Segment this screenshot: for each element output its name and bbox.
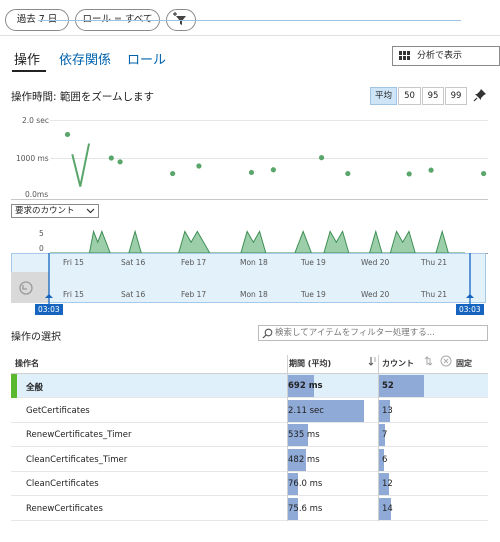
- operation-count: 52: [382, 381, 394, 391]
- table-row[interactable]: GetCertificates 2.11 sec 13: [11, 399, 488, 423]
- x-axis-label: Tue 19: [301, 258, 326, 267]
- header-count[interactable]: カウント: [382, 358, 414, 369]
- x-axis-label: Fri 15: [63, 258, 84, 267]
- pin-column-icon: [440, 355, 452, 367]
- search-placeholder: 検索してアイテムをフィルター処理する...: [275, 328, 435, 338]
- operation-name: 全般: [26, 383, 44, 393]
- brush-x-axis-label: Feb 17: [181, 290, 207, 299]
- header-operation-name[interactable]: 操作名: [15, 358, 39, 369]
- search-input[interactable]: 検索してアイテムをフィルター処理する...: [258, 325, 488, 341]
- sort-icon[interactable]: [424, 356, 433, 367]
- operation-duration: 482 ms: [288, 454, 320, 465]
- operation-count: 14: [382, 503, 393, 514]
- operation-name: GetCertificates: [26, 405, 90, 416]
- operation-duration: 76.0 ms: [288, 479, 323, 489]
- operation-duration: 2.11 sec: [288, 405, 324, 416]
- selection-marker: [11, 374, 17, 398]
- brush-x-axis-label: Tue 19: [301, 290, 326, 299]
- brush-x-axis-label: Sat 16: [121, 290, 146, 299]
- brush-left-grip[interactable]: [45, 294, 53, 298]
- operation-count: 12: [382, 479, 393, 489]
- search-icon: [262, 328, 273, 339]
- operation-name: CleanCertificates_Timer: [26, 454, 128, 465]
- brush-handles[interactable]: [0, 0, 500, 320]
- brush-x-axis-label: Wed 20: [361, 290, 390, 299]
- range-end-badge: 03:03: [456, 304, 484, 315]
- table-row[interactable]: CleanCertificates_Timer 482 ms 6: [11, 448, 488, 472]
- operation-section-title: 操作の選択: [11, 332, 61, 343]
- x-axis-label: Thu 21: [421, 258, 448, 267]
- table-row-selected[interactable]: 全般 692 ms 52: [11, 374, 488, 398]
- table-row[interactable]: RenewCertificates 75.6 ms 14: [11, 497, 488, 521]
- operation-count: 7: [382, 430, 388, 440]
- operation-count: 13: [382, 405, 393, 416]
- operation-name: RenewCertificates_Timer: [26, 430, 132, 440]
- table-row[interactable]: CleanCertificates 76.0 ms 12: [11, 472, 488, 496]
- brush-x-axis-label: Mon 18: [240, 290, 268, 299]
- brush-x-axis-label: Thu 21: [421, 290, 448, 299]
- x-axis-label: Feb 17: [181, 258, 207, 267]
- operation-name: RenewCertificates: [26, 503, 103, 514]
- table-row[interactable]: RenewCertificates_Timer 535 ms 7: [11, 423, 488, 447]
- column-divider: [287, 355, 288, 521]
- x-axis-label: Wed 20: [361, 258, 390, 267]
- column-divider: [378, 355, 379, 521]
- brush-right-grip[interactable]: [466, 294, 474, 298]
- sort-desc-icon[interactable]: [368, 356, 377, 367]
- operation-duration: 75.6 ms: [288, 503, 323, 514]
- brush-x-axis-label: Fri 15: [63, 290, 84, 299]
- operation-name: CleanCertificates: [26, 479, 99, 489]
- operation-duration: 692 ms: [288, 381, 323, 391]
- x-axis-label: Sat 16: [121, 258, 146, 267]
- range-start-badge: 03:03: [35, 304, 63, 315]
- header-pin: 固定: [456, 359, 472, 368]
- x-axis-label: Mon 18: [240, 258, 268, 267]
- header-duration[interactable]: 期間 (平均): [289, 358, 331, 369]
- operation-duration: 535 ms: [288, 430, 320, 440]
- operation-count: 6: [382, 454, 388, 465]
